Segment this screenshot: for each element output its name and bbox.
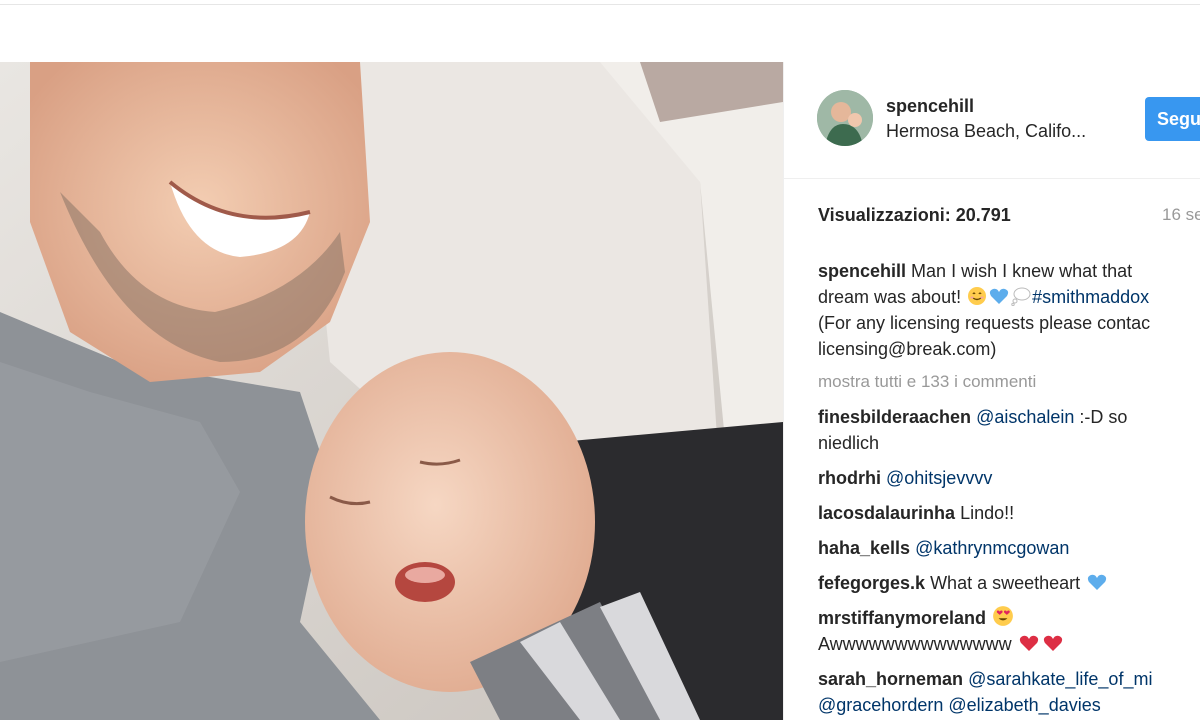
- caption-hashtag[interactable]: #smithmaddox: [1032, 287, 1149, 307]
- comment-username[interactable]: rhodrhi: [818, 468, 881, 488]
- comment-item: haha_kells @kathrynmcgowan: [818, 535, 1200, 561]
- comment-item: fefegorges.k What a sweetheart: [818, 570, 1200, 596]
- comment-username[interactable]: fefegorges.k: [818, 573, 925, 593]
- comment-item: lacosdalaurinha Lindo!!: [818, 500, 1200, 526]
- caption-line-4: licensing@break.com): [818, 339, 997, 359]
- post-caption: spencehill Man I wish I knew what that d…: [818, 258, 1200, 362]
- caption-line-3: (For any licensing requests please conta…: [818, 313, 1151, 333]
- comment-text: What a sweetheart: [930, 573, 1081, 593]
- comment-username[interactable]: haha_kells: [818, 538, 910, 558]
- comment-mention[interactable]: @aischalein: [976, 407, 1074, 427]
- comment-item: finesbilderaachen @aischalein :-D so nie…: [818, 404, 1200, 456]
- comment-mention[interactable]: @gracehordern: [818, 695, 943, 715]
- caption-line-2: dream was about! #smithmaddox: [818, 284, 1200, 310]
- view-count: Visualizzazioni: 20.791: [818, 205, 1011, 225]
- comment-list: finesbilderaachen @aischalein :-D so nie…: [818, 404, 1200, 720]
- top-bar: [0, 0, 1200, 62]
- comment-text-continued: Awwwwwwwwwwwwww: [818, 634, 1012, 654]
- caption-line-1: spencehill Man I wish I knew what that: [818, 258, 1200, 284]
- avatar[interactable]: [817, 90, 873, 146]
- comment-text: Lindo!!: [960, 503, 1015, 523]
- heart-eyes-icon: [993, 606, 1013, 626]
- comment-text-continued: niedlich: [818, 433, 880, 453]
- caption-username[interactable]: spencehill: [818, 261, 906, 281]
- caption-text-1: Man I wish I knew what that: [911, 261, 1133, 281]
- post-header: spencehill Hermosa Beach, Califo... Segu…: [784, 62, 1200, 179]
- comment-mention[interactable]: @sarahkate_life_of_mi: [968, 669, 1152, 689]
- comment-mention[interactable]: @ohitsjevvvv: [886, 468, 992, 488]
- red-heart-icon: [1019, 635, 1038, 651]
- top-divider: [0, 4, 1200, 5]
- photo-illustration: [0, 62, 783, 720]
- comment-item: sarah_horneman @sarahkate_life_of_mi @gr…: [818, 666, 1200, 718]
- caption-text-2: dream was about!: [818, 287, 962, 307]
- blue-heart-icon: [1088, 574, 1107, 590]
- comment-item: rhodrhi @ohitsjevvvv: [818, 465, 1200, 491]
- post-photo[interactable]: [0, 62, 783, 720]
- post-details-panel: spencehill Hermosa Beach, Califo... Segu…: [783, 62, 1200, 720]
- comment-text: :-D so: [1079, 407, 1128, 427]
- comment-item: mrstiffanymoreland Awwwwwwwwwwwwww: [818, 605, 1200, 657]
- avatar-image: [817, 90, 873, 146]
- show-all-comments-link[interactable]: mostra tutti e 133 i commenti: [818, 372, 1036, 392]
- follow-button[interactable]: Segui: [1145, 97, 1200, 141]
- post-date[interactable]: 16 se: [1162, 205, 1200, 225]
- red-heart-icon: [1043, 635, 1062, 651]
- comment-username[interactable]: sarah_horneman: [818, 669, 963, 689]
- comment-mention[interactable]: @kathrynmcgowan: [915, 538, 1069, 558]
- comment-username[interactable]: finesbilderaachen: [818, 407, 971, 427]
- thought-balloon-icon: [1011, 287, 1031, 306]
- comment-username[interactable]: mrstiffanymoreland: [818, 608, 986, 628]
- blue-heart-icon: [989, 288, 1009, 304]
- comment-username[interactable]: lacosdalaurinha: [818, 503, 955, 523]
- post-location[interactable]: Hermosa Beach, Califo...: [886, 121, 1086, 142]
- smiling-face-icon: [968, 287, 987, 305]
- post-author-username[interactable]: spencehill: [886, 96, 974, 117]
- comment-mention[interactable]: @elizabeth_davies: [948, 695, 1100, 715]
